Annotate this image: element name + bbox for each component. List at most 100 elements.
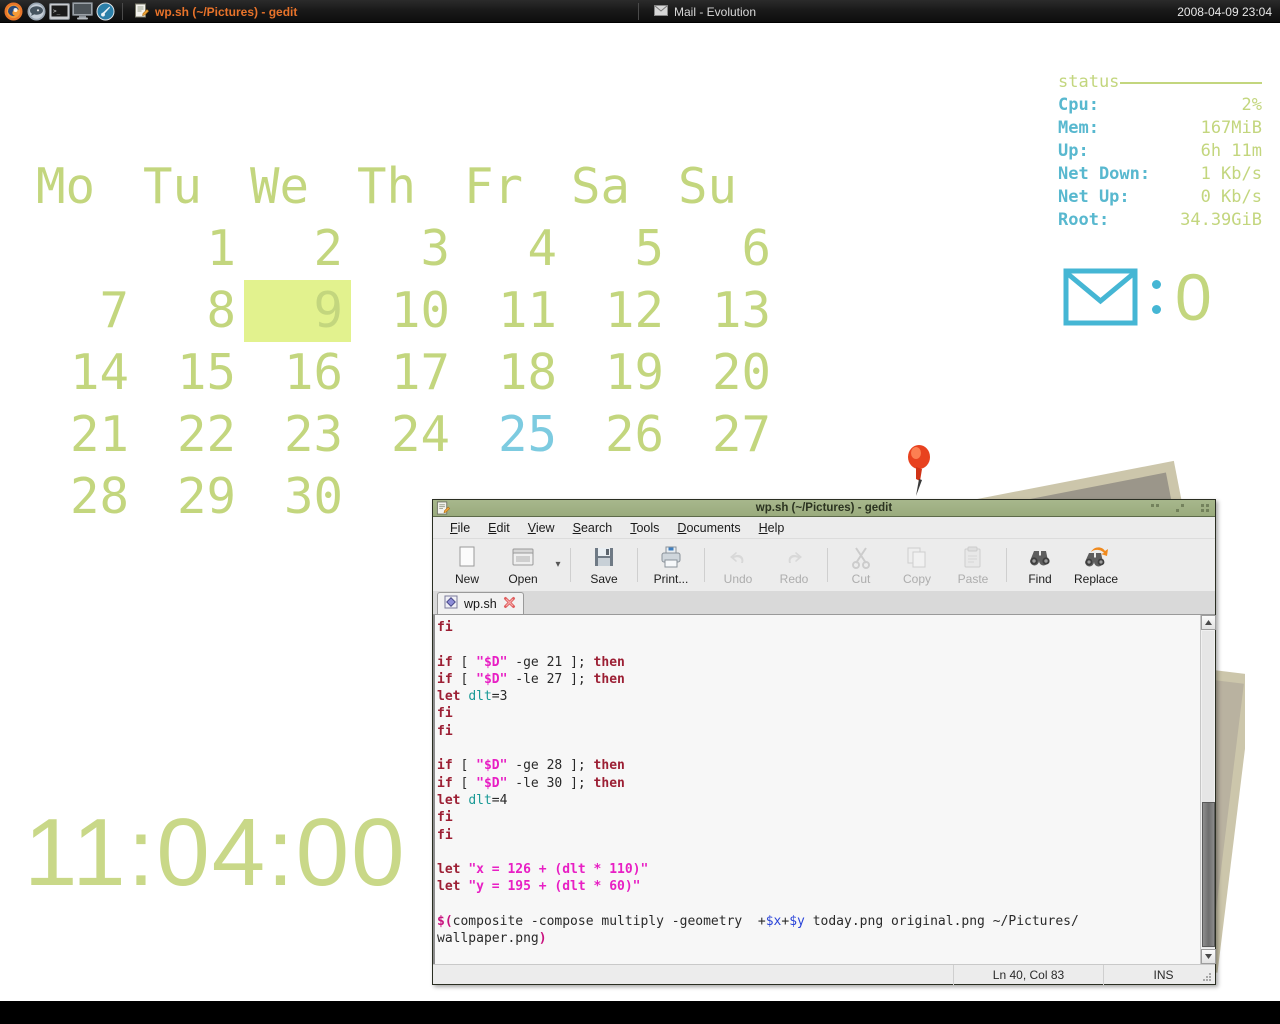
toolbar-replace-button[interactable]: Replace: [1068, 542, 1124, 586]
toolbar-separator: [570, 548, 571, 582]
code-token: -le 27 ];: [507, 671, 594, 687]
menu-search[interactable]: Search: [564, 519, 622, 537]
menu-edit[interactable]: Edit: [479, 519, 519, 537]
panel-clock[interactable]: 2008-04-09 23:04: [1177, 0, 1272, 23]
toolbar-open-button[interactable]: Open: [495, 542, 551, 586]
code-token: "$D": [476, 775, 508, 791]
toolbar-undo-button: Undo: [710, 542, 766, 586]
toolbar-new-button[interactable]: New: [439, 542, 495, 586]
mail-icon: [654, 4, 668, 19]
toolbar-cut-button: Cut: [833, 542, 889, 586]
gedit-tabstrip[interactable]: wp.sh: [433, 591, 1215, 615]
calendar-weekday-fr: Fr: [464, 158, 524, 215]
gedit-edit-area: fi if [ "$D" -ge 21 ]; then if [ "$D" -le…: [433, 615, 1216, 964]
code-token: "$D": [476, 758, 508, 774]
calendar-day-9: 9: [244, 280, 351, 342]
vertical-scrollbar[interactable]: [1200, 615, 1216, 964]
calendar-weekday-tu: Tu: [143, 158, 203, 215]
status-row: Net Up: 0 Kb/s: [1058, 186, 1262, 209]
code-token: [: [452, 654, 477, 670]
scroll-up-arrow-icon[interactable]: [1201, 615, 1216, 630]
gedit-menubar[interactable]: File Edit View Search Tools Documents Help: [433, 517, 1215, 539]
taskbar-label-evolution: Mail - Evolution: [674, 4, 757, 19]
calendar-day-25: 25: [497, 406, 557, 463]
scroll-down-arrow-icon[interactable]: [1201, 949, 1216, 964]
desktop-bottom-bar: [0, 1001, 1280, 1024]
calendar-day-5: 5: [634, 220, 664, 277]
toolbar-undo-label: Undo: [723, 572, 753, 586]
menu-help[interactable]: Help: [750, 519, 794, 537]
gedit-window-title: wp.sh (~/Pictures) - gedit: [755, 502, 893, 514]
code-token: let: [437, 879, 461, 895]
code-line: fi: [437, 827, 1200, 844]
gedit-toolbar[interactable]: New Open ▾ Save Print... Undo Redo Cut C…: [433, 539, 1215, 591]
firefox-icon[interactable]: [2, 1, 24, 22]
code-editor[interactable]: fi if [ "$D" -ge 21 ]; then if [ "$D" -le…: [433, 615, 1200, 964]
maximize-button[interactable]: [1176, 504, 1184, 512]
document-tab-wp-sh[interactable]: wp.sh: [437, 592, 524, 614]
code-token: "$D": [476, 654, 508, 670]
toolbar-print-button[interactable]: Print...: [643, 542, 699, 586]
calendar-week-row: 14 15 16 17 18 19 20: [30, 342, 779, 404]
gedit-statusbar: Ln 40, Col 83 INS: [433, 964, 1215, 985]
taskbar-item-gedit[interactable]: wp.sh (~/Pictures) - gedit: [128, 0, 303, 23]
resize-grip-icon[interactable]: [1200, 970, 1213, 983]
code-line: let "x = 126 + (dlt * 110)": [437, 861, 1200, 878]
code-token: [: [452, 671, 477, 687]
rhythmbox-icon[interactable]: [94, 1, 116, 22]
close-tab-icon[interactable]: [503, 596, 516, 612]
close-button[interactable]: [1201, 504, 1209, 512]
code-token: fi: [437, 827, 453, 843]
toolbar-separator: [1006, 548, 1007, 582]
taskbar-item-evolution[interactable]: Mail - Evolution: [637, 0, 762, 23]
code-token: $(: [437, 914, 453, 930]
display-icon[interactable]: [71, 1, 93, 22]
mail-counter-widget: 0: [1063, 264, 1212, 330]
toolbar-copy-button: Copy: [889, 542, 945, 586]
chevron-down-icon[interactable]: ▾: [551, 542, 565, 586]
code-token: $x: [765, 914, 782, 930]
status-header-rule: [1120, 82, 1262, 84]
code-token: dlt: [468, 792, 492, 808]
code-token: "y = 195 + (dlt * 60)": [468, 879, 641, 895]
code-token: if: [437, 671, 453, 687]
terminal-icon[interactable]: >_: [48, 1, 70, 22]
status-row: Root: 34.39GiB: [1058, 209, 1262, 232]
calendar-week-row: 21 22 23 24 25 26 27: [30, 404, 779, 466]
calendar-day-15: 15: [176, 344, 236, 401]
pidgin-icon[interactable]: [25, 1, 47, 22]
clipboard-icon: [960, 545, 986, 571]
gedit-window[interactable]: wp.sh (~/Pictures) - gedit File Edit View S…: [432, 499, 1216, 985]
calendar-week-row: 7 8 9 10 11 12 13: [30, 280, 779, 342]
status-value: 2%: [1241, 95, 1262, 115]
calendar-weekday-sa: Sa: [571, 158, 631, 215]
svg-text:>_: >_: [53, 8, 61, 15]
code-line: fi: [437, 723, 1200, 740]
code-line: $(composite -compose multiply -geometry …: [437, 913, 1200, 930]
scrollbar-thumb[interactable]: [1202, 802, 1215, 947]
status-key: Up:: [1058, 141, 1089, 161]
calendar-day-24: 24: [390, 406, 450, 463]
code-token: if: [437, 654, 453, 670]
toolbar-save-button[interactable]: Save: [576, 542, 632, 586]
calendar-day-7: 7: [99, 282, 129, 339]
calendar-day-1: 1: [206, 220, 236, 277]
system-status-widget: status Cpu: 2% Mem: 167MiB Up: 6h 11m Net Down…: [1058, 71, 1262, 232]
gedit-titlebar[interactable]: wp.sh (~/Pictures) - gedit: [433, 500, 1215, 517]
code-token: -le 30 ];: [507, 775, 594, 791]
minimize-button[interactable]: [1151, 504, 1159, 512]
menu-view[interactable]: View: [519, 519, 564, 537]
toolbar-separator: [704, 548, 705, 582]
menu-documents[interactable]: Documents: [668, 519, 749, 537]
top-panel: >_ wp.sh (~/Pictures) - gedit Mail - Evo…: [0, 0, 1280, 23]
menu-tools[interactable]: Tools: [621, 519, 668, 537]
code-line: fi: [437, 619, 1200, 636]
code-line: fi: [437, 809, 1200, 826]
calendar-day-29: 29: [176, 468, 236, 525]
toolbar-find-button[interactable]: Find: [1012, 542, 1068, 586]
code-token: let: [437, 862, 461, 878]
open-folder-icon: [510, 545, 536, 571]
code-token: "x = 126 + (dlt * 110)": [468, 862, 649, 878]
menu-file[interactable]: File: [441, 519, 479, 537]
